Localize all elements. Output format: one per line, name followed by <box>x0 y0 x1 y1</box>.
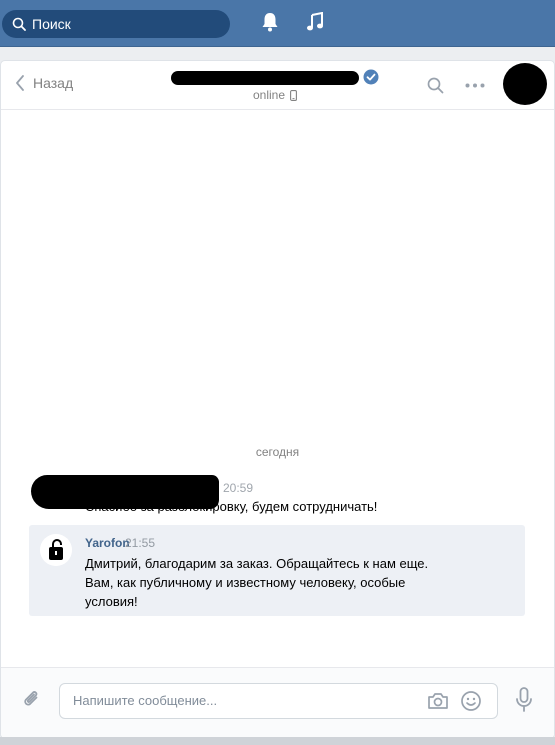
verified-icon <box>363 69 379 85</box>
message-line: условия! <box>85 594 138 609</box>
back-label: Назад <box>33 75 74 91</box>
bell-icon[interactable] <box>261 12 279 32</box>
global-search-field[interactable]: Поиск <box>2 10 230 38</box>
camera-icon[interactable] <box>427 691 449 711</box>
mobile-icon <box>290 89 297 101</box>
conversation-panel: Назад online сегодня 20:59 Спасибо за ра… <box>0 60 555 739</box>
emoji-icon[interactable] <box>460 690 482 712</box>
search-icon <box>12 17 26 31</box>
status-text: online <box>253 88 286 102</box>
window-bottom-edge <box>0 737 555 745</box>
search-icon[interactable] <box>427 77 444 94</box>
more-icon[interactable] <box>465 83 485 88</box>
music-icon[interactable] <box>306 12 324 32</box>
message-text: Дмитрий, благодарим за заказ. Обращайтес… <box>85 554 505 611</box>
conversation-header: Назад online <box>1 61 554 110</box>
contact-avatar-redacted[interactable] <box>503 63 547 105</box>
message-composer: Напишите сообщение... <box>1 667 554 738</box>
message-line: Дмитрий, благодарим за заказ. Обращайтес… <box>85 556 429 571</box>
global-search-placeholder: Поиск <box>32 16 71 32</box>
message-input[interactable]: Напишите сообщение... <box>59 683 498 719</box>
back-button[interactable]: Назад <box>15 75 73 91</box>
date-separator: сегодня <box>255 445 300 459</box>
yarofon-avatar[interactable] <box>40 534 72 566</box>
message-time[interactable]: 20:59 <box>223 481 253 495</box>
back-chevron-icon <box>16 75 24 91</box>
top-bar: Поиск <box>0 0 555 47</box>
mic-icon[interactable] <box>515 687 533 713</box>
contact-name-redacted[interactable] <box>171 71 359 85</box>
message-text: Спасибо за разблокировку, будем сотрудни… <box>85 499 378 514</box>
message-time[interactable]: 21:55 <box>125 536 155 550</box>
message-author[interactable]: Yarofon <box>85 536 130 550</box>
attach-icon[interactable] <box>23 688 41 710</box>
message-input-placeholder: Напишите сообщение... <box>73 693 218 708</box>
contact-status: online <box>253 88 297 102</box>
message-line: Вам, как публичному и известному человек… <box>85 575 406 590</box>
